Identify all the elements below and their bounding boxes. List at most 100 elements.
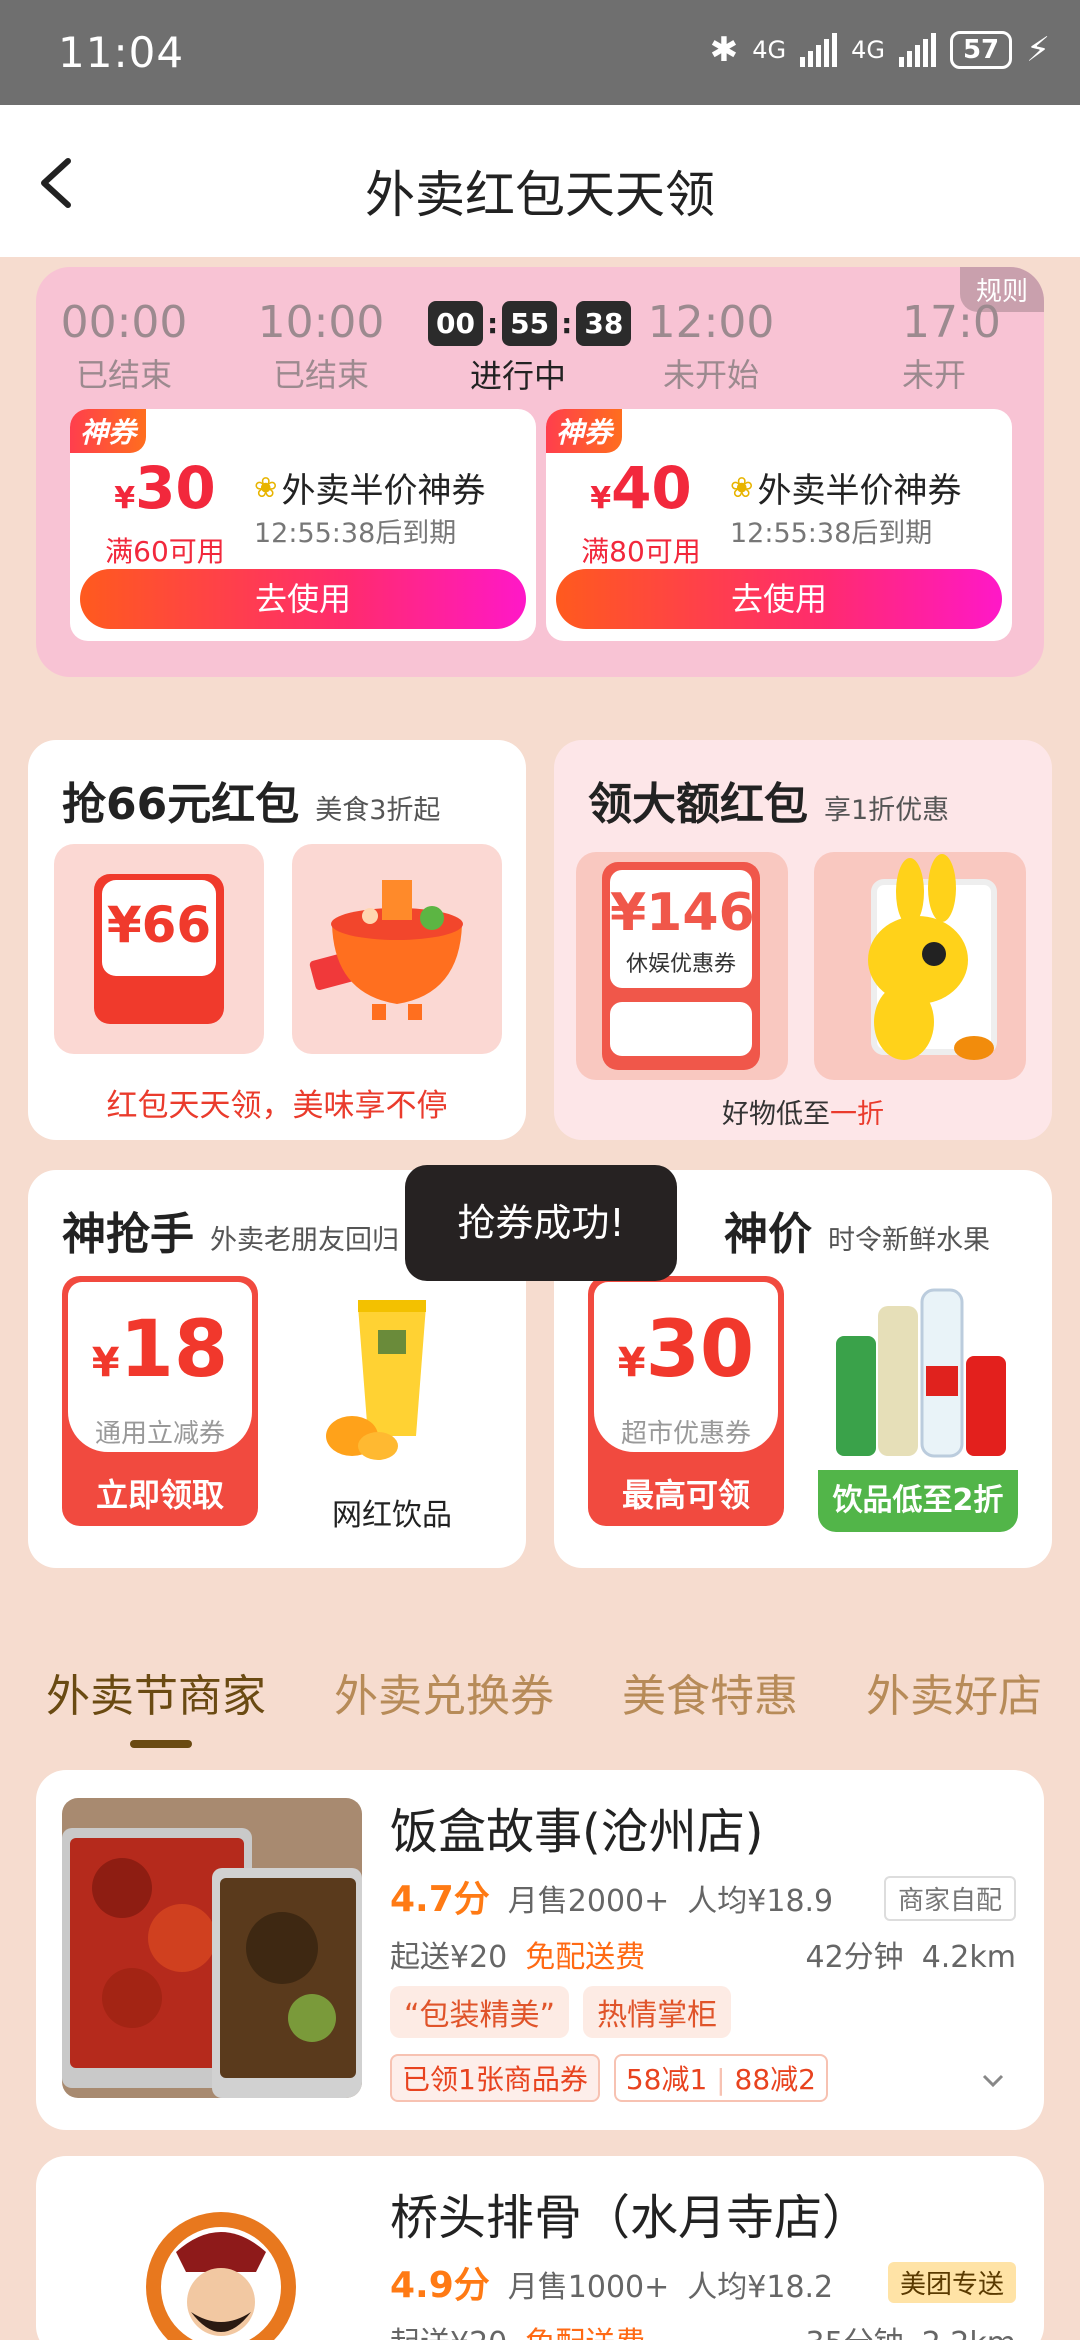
shop-time-distance: 35分钟 2.2km [806,2318,1017,2340]
max-claim-button[interactable]: 最高可领 [588,1470,784,1516]
net-label-2: 4G [851,36,885,64]
claim-now-button[interactable]: 立即领取 [62,1470,258,1516]
promo-card-big-envelope[interactable]: 领大额红包 享1折优惠 ¥146 休娱优惠券 好物低至一折 [554,740,1052,1140]
countdown-sep: : [486,306,499,340]
delivery-time: 35分钟 [806,2318,904,2340]
shop-card[interactable]: 桥头排骨（水月寺店） 4.9分 月售1000+ 人均¥18.2 美团专送 起送¥… [36,2156,1044,2340]
shop-avg-price: 人均¥18.9 [687,1884,834,1919]
time-slot[interactable]: 10:00 已结束 [231,297,411,396]
shop-card[interactable]: 饭盒故事(沧州店) 4.7分 月售2000+ 人均¥18.9 商家自配 起送¥2… [36,1770,1044,2130]
chevron-down-icon[interactable] [978,2066,1008,2096]
delivery-badge: 美团专送 [887,2262,1016,2303]
time-slot[interactable]: 12:00 未开始 [621,297,801,396]
coupon-amount: ¥30 满60可用 [90,457,240,570]
promo-header: 领大额红包 享1折优惠 [588,768,949,832]
min-order: 起送¥20 [390,1940,508,1975]
promo-subtitle: 外卖老朋友回归 [210,1225,399,1256]
mascot-tile[interactable] [814,852,1026,1080]
status-time: 11:04 [58,28,185,77]
use-coupon-button[interactable]: 去使用 [80,569,526,629]
drink-product-tile[interactable]: 网红饮品 [292,1276,492,1536]
delivery-badge: 商家自配 [883,1876,1016,1921]
distance: 4.2km [921,1940,1016,1975]
shop-score: 4.7分 [390,1879,490,1920]
voucher-top: ¥18 通用立减券 [68,1282,252,1452]
coupon-schedule-panel: 规则 00:00 已结束 10:00 已结束 00 : 55 : 38 进行中 … [36,267,1044,677]
free-delivery: 免配送费 [525,1940,646,1975]
ticket-amount: ¥146 [610,883,755,943]
currency-symbol: ¥ [617,1340,646,1386]
slot-time: 12:00 [647,297,775,348]
currency-symbol: ¥ [590,481,612,516]
beverage-product-tile[interactable]: 饮品低至2折 [818,1276,1018,1532]
coupon-amount: ¥40 满80可用 [566,457,716,570]
countdown-hours: 00 [428,300,483,346]
signal-icon [800,33,838,67]
delivery-time: 42分钟 [805,1940,904,1975]
promo-caption: 红包天天领，美味享不停 [106,1088,448,1124]
shop-sales: 月售1000+ [507,2270,670,2305]
voucher-top: ¥30 超市优惠券 [594,1282,778,1452]
voucher-amount: 18 [119,1305,229,1395]
shop-stats: 4.9分 月售1000+ 人均¥18.2 [390,2256,833,2308]
promo-header: 抢66元红包 美食3折起 [62,768,440,832]
tab-food-deals[interactable]: 美食特惠 [622,1660,798,1724]
drink-promo-bar: 饮品低至2折 [818,1470,1018,1532]
coupon-name-text: 外卖半价神券 [281,471,486,511]
tab-festival-merchants[interactable]: 外卖节商家 [46,1660,266,1724]
caption-highlight: 一折 [830,1099,884,1130]
slot-state: 进行中 [469,357,566,395]
bubble-tea-icon [326,1300,426,1460]
status-icons: ✱ 4G 4G 57 ⚡ [710,30,1050,70]
hotpot-tile[interactable] [292,844,502,1054]
use-coupon-button[interactable]: 去使用 [556,569,1002,629]
voucher-card[interactable]: ¥18 通用立减券 立即领取 [62,1276,258,1526]
category-tabs: 外卖节商家 外卖兑换券 美食特惠 外卖好店 [0,1650,1080,1760]
shop-coupons: 已领1张商品券 58减1 | 88减2 [390,2054,828,2102]
coupon-value: 40 [611,454,692,522]
ticket-tile[interactable]: ¥146 休娱优惠券 [576,852,788,1080]
coupon-expiry: 12:55:38后到期 [730,518,933,549]
net-label-1: 4G [752,36,787,64]
coupon-card: 神券 ¥30 满60可用 ❀ 外卖半价神券 12:55:38后到期 去使用 [70,409,536,641]
caption-text: 好物低至 [722,1099,830,1130]
tab-exchange-coupons[interactable]: 外卖兑换券 [334,1660,554,1724]
shop-logo-image [146,2212,296,2340]
shop-score: 4.9分 [390,2265,490,2306]
success-toast: 抢券成功! [405,1165,677,1281]
slot-state: 已结束 [272,356,369,394]
shop-delivery-info: 起送¥20 免配送费 [390,1932,645,1976]
currency-symbol: ¥ [91,1340,120,1386]
discount-1: 58减1 [625,2063,708,2096]
shop-sales: 月售2000+ [507,1884,670,1919]
countdown-minutes: 55 [502,300,558,346]
shop-tags: “包装精美” 热情掌柜 [390,1986,732,2038]
envelope-amount: ¥66 [106,896,212,954]
voucher-card[interactable]: ¥30 超市优惠券 最高可领 [588,1276,784,1526]
red-envelope-tile[interactable]: ¥66 [54,844,264,1054]
coupon-expiry: 12:55:38后到期 [254,518,457,549]
slot-state: 未开 [902,356,967,394]
promo-title: 抢66元红包 [62,779,300,830]
yellow-rabbit-mascot-icon [868,854,997,1060]
shop-avg-price: 人均¥18.2 [687,2270,834,2305]
time-slot[interactable]: 17:0 未开 [902,297,1044,396]
time-slot-active[interactable]: 00 : 55 : 38 进行中 [428,297,632,397]
promo-subtitle: 时令新鲜水果 [828,1225,990,1256]
promo-card-66[interactable]: 抢66元红包 美食3折起 ¥66 红包天天领，美味享不停 [28,740,526,1140]
currency-symbol: ¥ [114,481,136,516]
status-bar: 11:04 ✱ 4G 4G 57 ⚡ [0,0,1080,105]
voucher-amount: 30 [645,1305,755,1395]
active-tab-indicator [130,1740,192,1748]
coupon-tag: 神券 [546,409,623,453]
time-slot[interactable]: 00:00 已结束 [36,297,214,396]
shop-stats: 4.7分 月售2000+ 人均¥18.9 [390,1870,833,1922]
rabbit-icon: ❀ [254,471,278,504]
min-order: 起送¥20 [390,2318,507,2340]
slot-time: 10:00 [257,297,385,348]
discount-2: 88减2 [734,2063,816,2096]
tab-good-shops[interactable]: 外卖好店 [866,1660,1042,1724]
promo-header: 神抢手 外卖老朋友回归 [62,1198,399,1262]
bluetooth-icon: ✱ [709,30,739,70]
promo-subtitle: 享1折优惠 [824,795,950,826]
